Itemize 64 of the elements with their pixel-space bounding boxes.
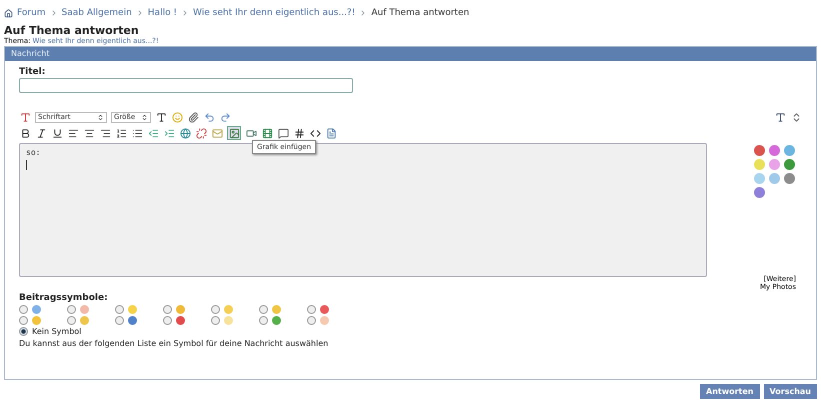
ordered-list-icon[interactable] bbox=[115, 127, 127, 139]
smiley-icon[interactable] bbox=[754, 145, 765, 156]
attachment-icon[interactable] bbox=[187, 111, 199, 123]
radio-button[interactable] bbox=[307, 305, 316, 314]
align-left-icon[interactable] bbox=[67, 127, 79, 139]
indent-icon[interactable] bbox=[163, 127, 175, 139]
smiley-icon[interactable] bbox=[784, 145, 795, 156]
undo-icon[interactable] bbox=[203, 111, 215, 123]
unlink-icon[interactable] bbox=[195, 127, 207, 139]
text-cursor bbox=[26, 160, 27, 170]
radio-button[interactable] bbox=[211, 305, 220, 314]
align-center-icon[interactable] bbox=[83, 127, 95, 139]
redo-icon[interactable] bbox=[219, 111, 231, 123]
radio-button[interactable] bbox=[19, 305, 28, 314]
editor-text: so: bbox=[26, 148, 40, 157]
globe-icon[interactable] bbox=[179, 127, 191, 139]
radio-button[interactable] bbox=[259, 316, 268, 325]
outdent-icon[interactable] bbox=[147, 127, 159, 139]
radio-label: Kein Symbol bbox=[32, 327, 82, 336]
radio-button[interactable] bbox=[307, 316, 316, 325]
font-icon[interactable] bbox=[19, 111, 31, 123]
post-icons-label: Beitragssymbole: bbox=[19, 293, 109, 303]
dropdown-arrow-icon bbox=[141, 114, 148, 120]
smiley-icon[interactable] bbox=[754, 187, 765, 198]
text-color-icon[interactable] bbox=[155, 111, 167, 123]
title-label: Titel: bbox=[19, 67, 46, 77]
submit-button[interactable]: Antworten bbox=[700, 384, 760, 399]
radio-button[interactable] bbox=[115, 305, 124, 314]
smiley-icon[interactable] bbox=[784, 173, 795, 184]
submit-button[interactable]: Vorschau bbox=[764, 384, 817, 399]
film-icon[interactable] bbox=[261, 127, 273, 139]
page-title: Auf Thema antworten bbox=[4, 24, 140, 37]
breadcrumb-link[interactable]: Saab Allgemein bbox=[62, 8, 132, 18]
document-icon[interactable] bbox=[325, 127, 337, 139]
radio-button[interactable] bbox=[163, 305, 172, 314]
breadcrumb-link[interactable]: Hallo ! bbox=[148, 8, 178, 18]
image-icon[interactable] bbox=[227, 126, 241, 140]
radio-button[interactable] bbox=[67, 305, 76, 314]
smiley-icon[interactable] bbox=[769, 159, 780, 170]
radio-button[interactable] bbox=[211, 316, 220, 325]
italic-icon[interactable] bbox=[35, 127, 47, 139]
radio-button[interactable] bbox=[163, 316, 172, 325]
panel-header: Nachricht bbox=[5, 47, 816, 61]
radio-button[interactable] bbox=[259, 305, 268, 314]
radio-button[interactable] bbox=[19, 316, 28, 325]
home-icon[interactable] bbox=[4, 8, 13, 18]
breadcrumb-link[interactable]: Forum bbox=[17, 8, 46, 18]
breadcrumb-link[interactable]: Auf Thema antworten bbox=[371, 8, 470, 18]
radio-button[interactable] bbox=[19, 327, 28, 336]
underline-icon[interactable] bbox=[51, 127, 63, 139]
title-input[interactable] bbox=[19, 78, 353, 93]
comment-icon[interactable] bbox=[277, 127, 289, 139]
align-right-icon[interactable] bbox=[99, 127, 111, 139]
radio-button[interactable] bbox=[67, 316, 76, 325]
mail-icon[interactable] bbox=[211, 127, 223, 139]
dropdown-arrow-icon bbox=[97, 114, 104, 120]
hint-text: Du kannst aus der folgenden Liste ein Symbol für deine Nachricht auswählen bbox=[19, 339, 330, 348]
font-size-icon[interactable] bbox=[774, 111, 786, 123]
smiley-icon[interactable] bbox=[784, 159, 795, 170]
radio-button[interactable] bbox=[115, 316, 124, 325]
breadcrumb-link[interactable]: Wie seht Ihr denn eigentlich aus...?! bbox=[193, 8, 356, 18]
smiley-icon[interactable] bbox=[769, 145, 780, 156]
smiley-icon[interactable] bbox=[171, 111, 183, 123]
hash-icon[interactable] bbox=[293, 127, 305, 139]
